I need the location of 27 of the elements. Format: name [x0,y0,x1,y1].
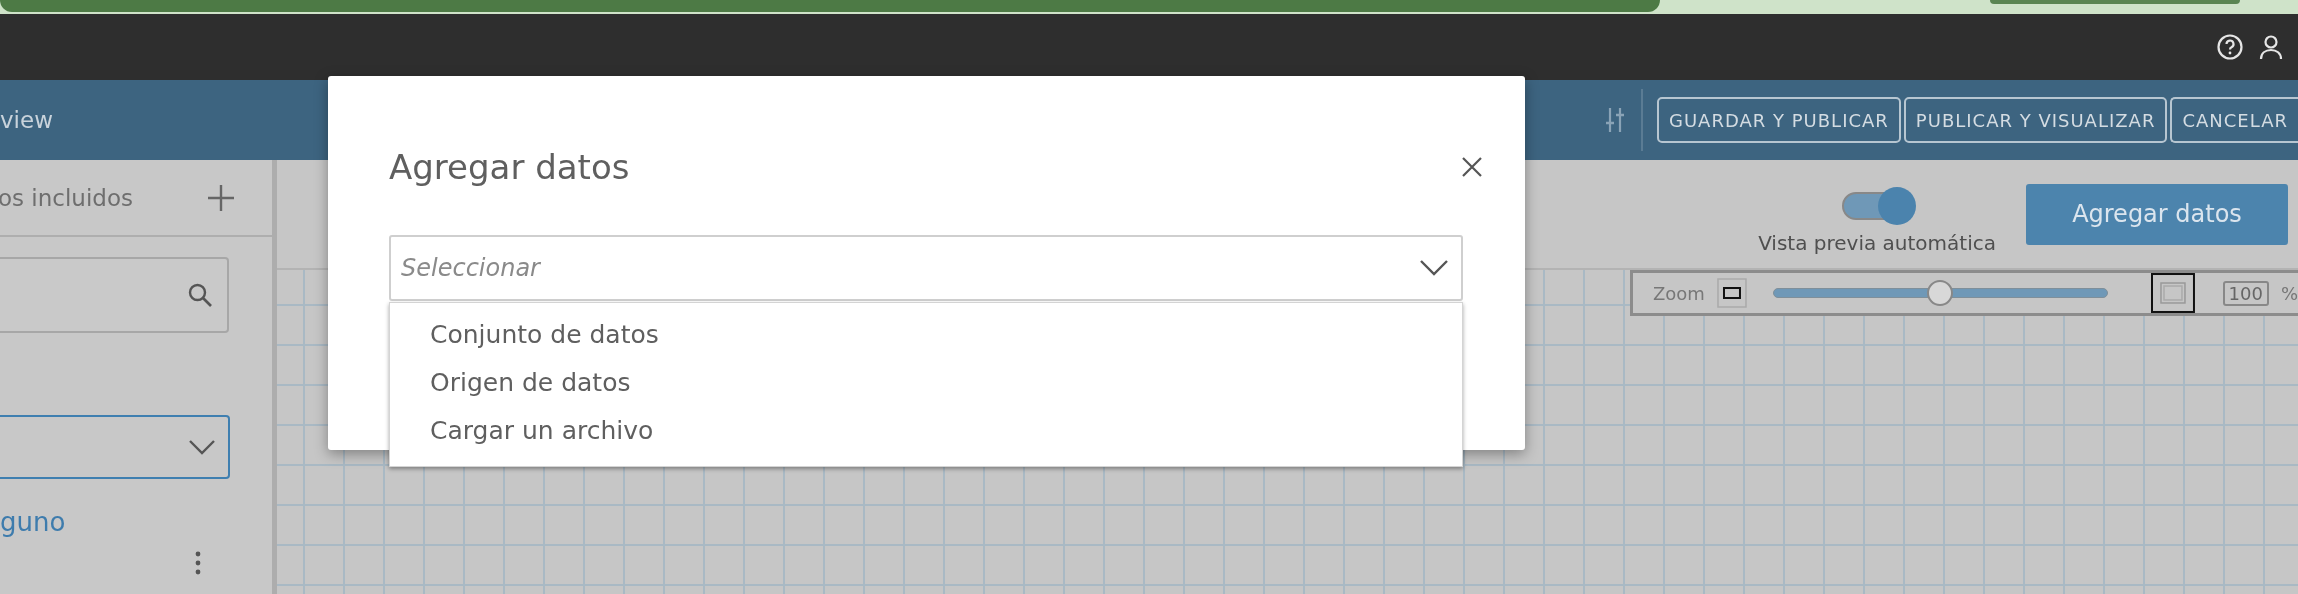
close-icon[interactable] [1461,156,1483,178]
toggle-label: Vista previa automática [1758,231,1996,255]
chevron-down-icon [188,439,216,455]
add-data-button[interactable]: Agregar datos [2026,183,2288,245]
zoom-label: Zoom [1653,282,1705,304]
zoom-in-icon[interactable] [2150,273,2195,313]
help-icon[interactable] [2216,33,2244,61]
panel-heading: os incluidos [0,184,133,211]
dialog-title: Agregar datos [389,147,630,187]
more-icon[interactable] [194,551,202,575]
plus-icon[interactable] [206,182,236,213]
menu-item[interactable]: Origen de datos [390,359,1462,407]
menu-item[interactable]: Conjunto de datos [390,311,1462,359]
menu-item[interactable]: Cargar un archivo [390,407,1462,455]
select-placeholder: Seleccionar [401,254,540,282]
search-field[interactable] [0,257,229,333]
search-icon [187,282,213,308]
user-icon[interactable] [2258,33,2284,61]
dropdown-field[interactable] [0,415,230,479]
chevron-down-icon [1419,259,1449,277]
slider-thumb[interactable] [1927,280,1954,306]
zoom-out-icon[interactable] [1716,278,1747,308]
page-title: view [0,107,54,133]
select-field[interactable]: Seleccionar [389,235,1463,301]
sidebar-link[interactable]: guno [0,507,272,537]
zoom-unit: % [2280,282,2298,304]
zoom-value: 100 [2222,280,2269,306]
